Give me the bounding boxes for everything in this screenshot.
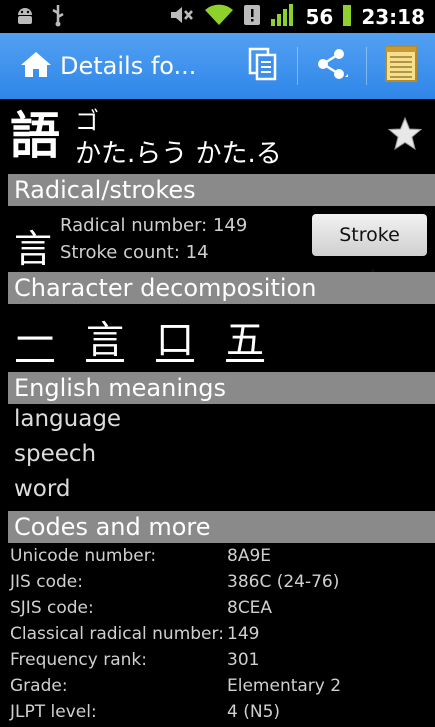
stroke-order-button[interactable]: Stroke order <box>312 214 427 288</box>
stroke-count-value: 14 <box>185 242 209 263</box>
action-bar: Details fo... <box>0 33 435 99</box>
mute-icon <box>169 4 195 30</box>
component-link[interactable]: 一 <box>14 318 56 362</box>
section-header-meanings: English meanings <box>8 372 435 404</box>
copy-button[interactable] <box>229 33 297 99</box>
radical-number-label: Radical number: <box>60 215 208 236</box>
section-header-radical: Radical/strokes <box>8 174 435 206</box>
code-label: SJIS code: <box>10 598 94 618</box>
code-value: 149 <box>227 624 260 644</box>
code-row: JLPT level: 4 (N5) <box>10 702 430 726</box>
decomposition-list: 一 言 口 五 <box>14 318 266 362</box>
code-value: 301 <box>227 650 260 670</box>
component-link[interactable]: 口 <box>154 318 196 362</box>
code-label: Unicode number: <box>10 546 157 566</box>
signal-strength: 56 <box>305 4 334 29</box>
notepad-icon <box>384 45 418 87</box>
meaning-item: language <box>14 406 122 432</box>
code-value: 8A9E <box>227 546 272 566</box>
section-header-decomposition: Character decomposition <box>8 272 435 304</box>
code-label: JLPT level: <box>10 702 97 722</box>
meaning-item: word <box>14 476 71 502</box>
status-bar: 56 23:18 <box>0 0 435 33</box>
home-button[interactable]: Details fo... <box>0 50 196 82</box>
code-row: Frequency rank: 301 <box>10 650 430 674</box>
alert-icon <box>243 4 261 30</box>
favorite-star-icon[interactable] <box>387 116 423 156</box>
signal-icon <box>270 3 296 31</box>
copy-icon <box>248 47 278 85</box>
stroke-count-label: Stroke count: <box>60 242 180 263</box>
notes-button[interactable] <box>367 33 435 99</box>
code-value: Elementary 2 <box>227 676 342 696</box>
android-debug-icon <box>14 4 36 30</box>
code-row: JIS code: 386C (24-76) <box>10 572 430 596</box>
code-row: Classical radical number: 149 <box>10 624 430 648</box>
code-row: Unicode number: 8A9E <box>10 546 430 570</box>
component-link[interactable]: 五 <box>224 318 266 362</box>
home-icon <box>20 50 52 82</box>
code-row: SJIS code: 8CEA <box>10 598 430 622</box>
kanji-header: 語 ゴ かた.らう かた.る <box>0 100 435 172</box>
code-label: Classical radical number: <box>10 624 224 644</box>
battery-icon <box>342 3 352 31</box>
usb-icon <box>50 3 66 31</box>
code-label: JIS code: <box>10 572 83 592</box>
code-value: 4 (N5) <box>227 702 281 722</box>
share-button[interactable] <box>298 33 366 99</box>
clock: 23:18 <box>361 4 425 29</box>
on-reading: ゴ <box>75 107 99 135</box>
radical-number-value: 149 <box>212 215 248 236</box>
code-value: 8CEA <box>227 598 273 618</box>
code-label: Grade: <box>10 676 68 696</box>
share-icon <box>315 47 349 85</box>
stroke-count-line: Stroke count: 14 <box>60 242 209 263</box>
wifi-icon <box>204 3 234 31</box>
radical-glyph: 言 <box>14 227 53 271</box>
component-link[interactable]: 言 <box>84 318 126 362</box>
kun-reading: かた.らう かた.る <box>75 139 282 169</box>
meaning-item: speech <box>14 441 97 467</box>
code-label: Frequency rank: <box>10 650 147 670</box>
kanji-character: 語 <box>10 107 60 165</box>
radical-number-line: Radical number: 149 <box>60 215 247 236</box>
page-title: Details fo... <box>60 52 197 80</box>
section-header-codes: Codes and more <box>8 511 435 543</box>
code-row: Grade: Elementary 2 <box>10 676 430 700</box>
code-value: 386C (24-76) <box>227 572 340 592</box>
